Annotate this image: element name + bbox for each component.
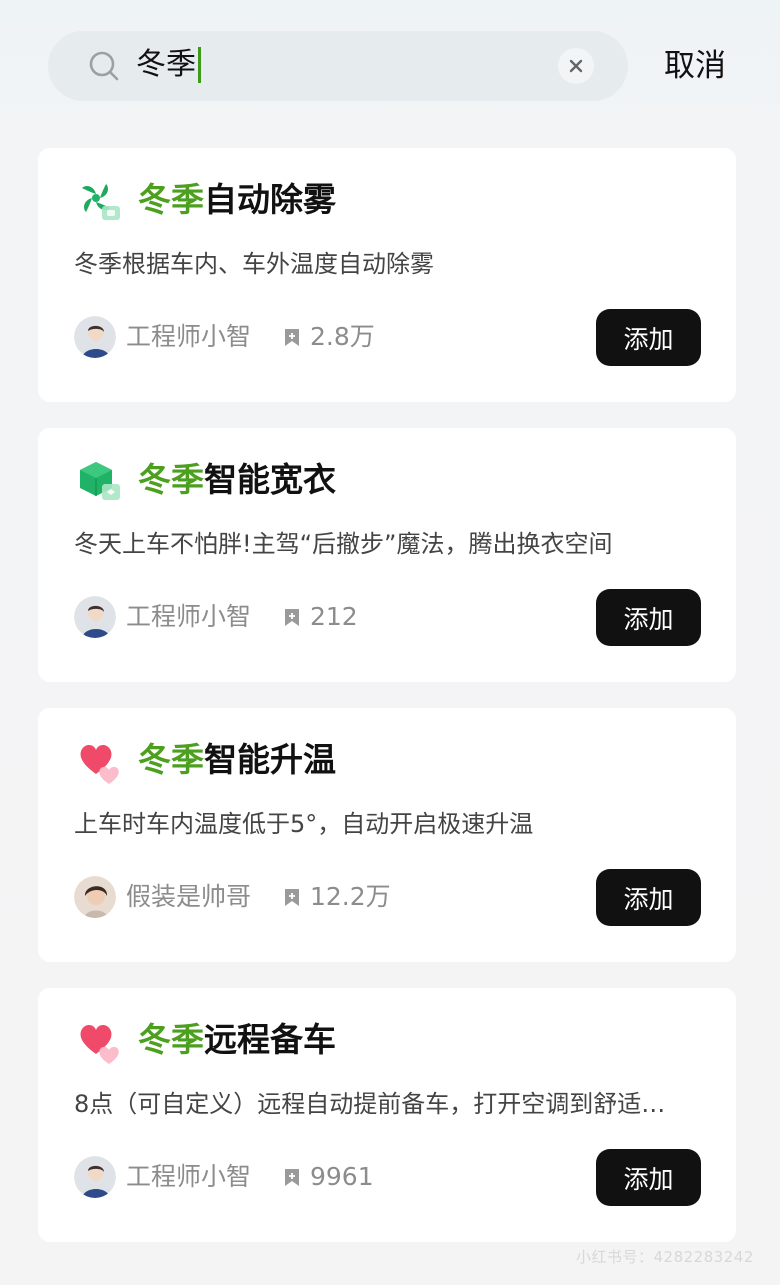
- title-highlight: 冬季: [138, 1020, 204, 1059]
- avatar[interactable]: [74, 876, 116, 918]
- bookmark-plus-icon: [285, 889, 299, 906]
- card-title: 冬季智能宽衣: [138, 456, 336, 504]
- result-card[interactable]: 冬季智能宽衣 冬天上车不怕胖!主驾“后撤步”魔法，腾出换衣空间 工程师小智 21…: [38, 428, 736, 682]
- result-card[interactable]: 冬季远程备车 8点（可自定义）远程自动提前备车，打开空调到舒适… 工程师小智 9…: [38, 988, 736, 1242]
- fan-icon: [82, 184, 120, 220]
- author-name[interactable]: 工程师小智: [126, 598, 251, 636]
- card-description: 8点（可自定义）远程自动提前备车，打开空调到舒适…: [74, 1090, 666, 1118]
- title-highlight: 冬季: [138, 460, 204, 499]
- favorite-count: 9961: [310, 1162, 374, 1191]
- bookmark-plus-icon: [285, 1169, 299, 1186]
- card-title: 冬季智能升温: [138, 736, 336, 784]
- favorite-count: 212: [310, 602, 358, 631]
- card-title: 冬季远程备车: [138, 1016, 336, 1064]
- title-highlight: 冬季: [138, 740, 204, 779]
- card-description: 上车时车内温度低于5°，自动开启极速升温: [74, 810, 534, 838]
- card-description: 冬天上车不怕胖!主驾“后撤步”魔法，腾出换衣空间: [74, 530, 613, 558]
- avatar[interactable]: [74, 316, 116, 358]
- bookmark-plus-icon: [285, 609, 299, 626]
- close-icon: [569, 59, 583, 73]
- author-name[interactable]: 工程师小智: [126, 1158, 251, 1196]
- avatar[interactable]: [74, 596, 116, 638]
- card-description: 冬季根据车内、车外温度自动除雾: [74, 250, 434, 278]
- search-header: 冬季 取消: [0, 0, 780, 130]
- result-card[interactable]: 冬季智能升温 上车时车内温度低于5°，自动开启极速升温 假装是帅哥 12.2万 …: [38, 708, 736, 962]
- favorite-count: 2.8万: [310, 322, 375, 351]
- add-button[interactable]: 添加: [596, 309, 701, 366]
- author-name[interactable]: 假装是帅哥: [126, 878, 251, 916]
- title-highlight: 冬季: [138, 180, 204, 219]
- add-button[interactable]: 添加: [596, 1149, 701, 1206]
- title-rest: 自动除雾: [204, 180, 336, 219]
- search-icon: [89, 51, 119, 81]
- watermark: 小红书号：4282283242: [576, 1248, 754, 1266]
- title-rest: 远程备车: [204, 1020, 336, 1059]
- title-rest: 智能宽衣: [204, 460, 336, 499]
- hearts-icon: [80, 1024, 119, 1064]
- add-button[interactable]: 添加: [596, 589, 701, 646]
- result-card[interactable]: 冬季自动除雾 冬季根据车内、车外温度自动除雾 工程师小智 2.8万 添加: [38, 148, 736, 402]
- cube-icon: [80, 462, 120, 500]
- card-title: 冬季自动除雾: [138, 176, 336, 224]
- text-caret: [198, 47, 201, 83]
- bookmark-plus-icon: [285, 329, 299, 346]
- clear-search-button[interactable]: [558, 48, 594, 84]
- add-button[interactable]: 添加: [596, 869, 701, 926]
- favorite-count: 12.2万: [310, 882, 391, 911]
- hearts-icon: [80, 744, 119, 784]
- search-query: 冬季: [136, 45, 201, 85]
- author-name[interactable]: 工程师小智: [126, 318, 251, 356]
- search-input[interactable]: 冬季: [48, 31, 628, 101]
- cancel-button[interactable]: 取消: [664, 46, 726, 86]
- avatar[interactable]: [74, 1156, 116, 1198]
- search-query-text: 冬季: [136, 47, 196, 82]
- title-rest: 智能升温: [204, 740, 336, 779]
